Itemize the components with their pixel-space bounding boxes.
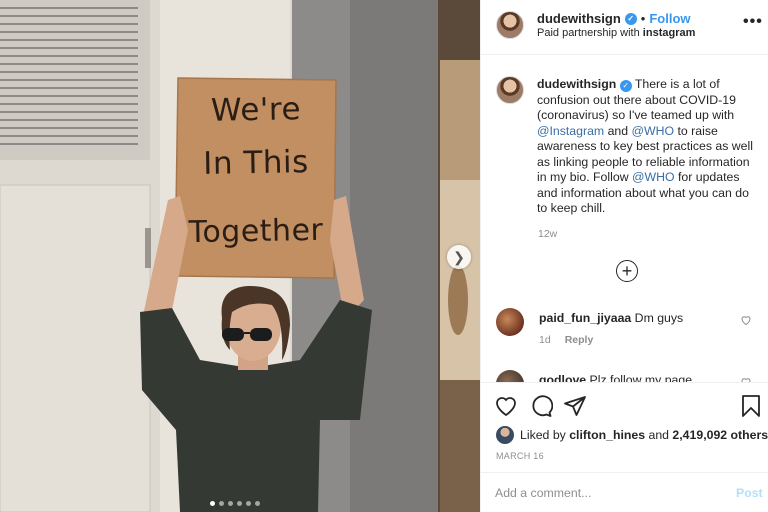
more-options-icon[interactable]: ••• (743, 13, 763, 31)
follow-button[interactable]: Follow (649, 11, 690, 26)
partner-link[interactable]: instagram (643, 27, 696, 39)
next-arrow-icon[interactable]: ❯ (447, 245, 471, 269)
partnership-prefix: Paid partnership with (537, 27, 640, 39)
mention-instagram[interactable]: @Instagram (537, 124, 604, 138)
carousel-dot (210, 501, 215, 506)
likes-prefix: Liked by (520, 428, 570, 442)
post-photo[interactable]: We're In This Together ❯ (0, 0, 480, 512)
caption-text-2: and (604, 123, 632, 138)
heart-icon[interactable] (494, 394, 518, 418)
verified-badge-icon: ✓ (624, 12, 637, 25)
reply-button[interactable]: Reply (565, 334, 594, 346)
comment-text: paid_fun_jiyaaa Dm guys (539, 311, 683, 325)
post-actions: Liked by clifton_hines and 2,419,092 oth… (481, 382, 768, 472)
load-more-icon[interactable]: + (616, 260, 638, 282)
post-details-panel: dudewithsign ✓ • Follow Paid partnership… (480, 0, 768, 512)
comments-section[interactable]: dudewithsign ✓ There is a lot of confusi… (481, 56, 768, 382)
likes-middle: and (645, 428, 673, 442)
comment-icon[interactable] (529, 394, 553, 418)
avatar[interactable] (496, 370, 524, 382)
share-icon[interactable] (563, 394, 587, 418)
caption-username[interactable]: dudewithsign (537, 77, 616, 91)
separator: • (640, 11, 646, 26)
verified-badge-icon: ✓ (619, 80, 632, 92)
liked-by-user[interactable]: clifton_hines (569, 428, 645, 442)
photo-illustration (0, 0, 480, 512)
comment-time[interactable]: 1d (539, 334, 551, 346)
avatar[interactable] (496, 426, 514, 444)
comment-text: godlove Plz follow my page (539, 373, 692, 382)
sign-line-3: Together (188, 212, 324, 251)
comment-input[interactable] (495, 484, 715, 502)
heart-icon[interactable] (740, 314, 752, 326)
carousel-dots (210, 501, 260, 506)
avatar[interactable] (496, 308, 524, 336)
avatar[interactable] (496, 11, 524, 39)
bookmark-icon[interactable] (739, 394, 763, 418)
carousel-dot (255, 501, 260, 506)
carousel-dot (228, 501, 233, 506)
carousel-dot (237, 501, 242, 506)
mention-who[interactable]: @WHO (632, 124, 675, 138)
post-date[interactable]: MARCH 16 (496, 451, 544, 461)
likes-count[interactable]: 2,419,092 others (672, 428, 768, 442)
comment-username[interactable]: paid_fun_jiyaaa (539, 311, 631, 325)
sign-line-2: In This (202, 144, 310, 182)
avatar[interactable] (496, 76, 524, 104)
comment-body: Plz follow my page (586, 373, 693, 382)
likes-summary: Liked by clifton_hines and 2,419,092 oth… (496, 426, 768, 444)
sign-line-1: We're (210, 91, 302, 129)
carousel-dot (246, 501, 251, 506)
header-username[interactable]: dudewithsign (537, 11, 621, 26)
mention-who-2[interactable]: @WHO (632, 170, 675, 184)
caption-text: dudewithsign ✓ There is a lot of confusi… (537, 77, 762, 217)
comment-body: Dm guys (631, 311, 684, 325)
post-header: dudewithsign ✓ • Follow Paid partnership… (481, 0, 768, 55)
comment-username[interactable]: godlove (539, 373, 586, 382)
post-button[interactable]: Post (736, 486, 763, 500)
paid-partnership: Paid partnership with instagram (537, 27, 695, 39)
carousel-dot (219, 501, 224, 506)
add-comment-bar: Post (481, 472, 768, 512)
caption-time[interactable]: 12w (538, 228, 557, 240)
